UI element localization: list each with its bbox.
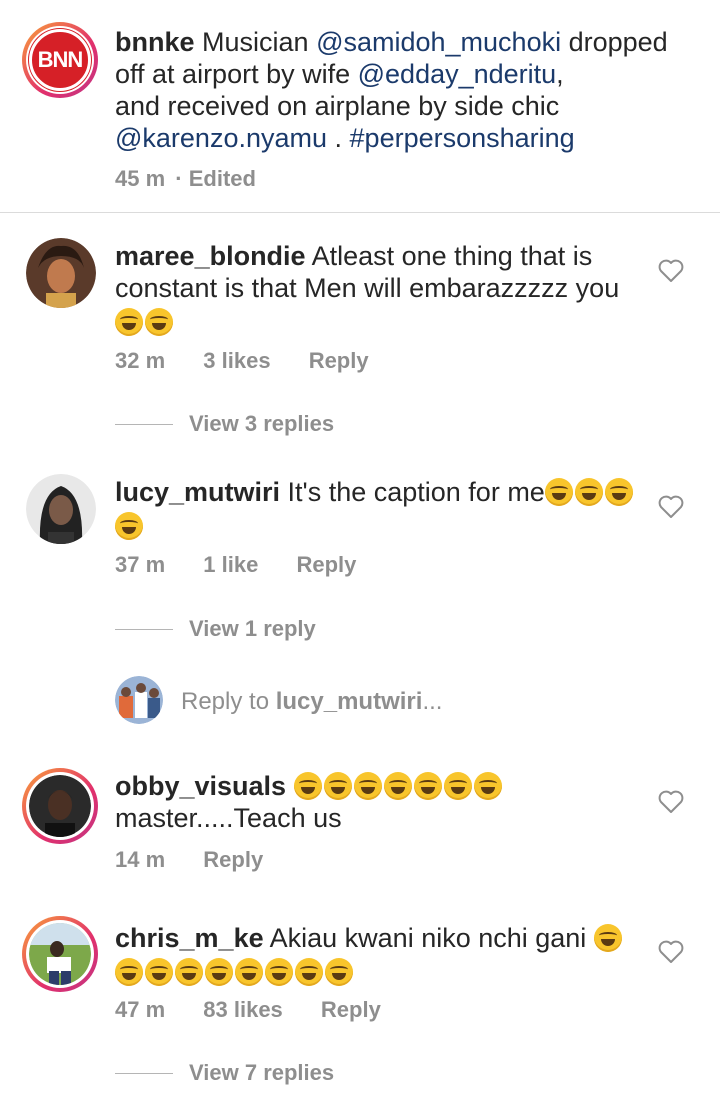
avatar-obby-visuals[interactable] xyxy=(22,768,98,844)
laughing-emoji-icon xyxy=(295,958,323,986)
laughing-emoji-icon xyxy=(593,924,622,952)
comment-time: 14 m xyxy=(115,847,166,872)
laughing-emoji-icon xyxy=(115,512,143,540)
comment-meta: 37 m 1 like Reply xyxy=(115,552,388,578)
laughing-emoji-icon xyxy=(604,478,633,506)
mention-edday[interactable]: @edday_nderitu xyxy=(358,59,557,89)
laughing-emoji-icon xyxy=(145,958,173,986)
laughing-emoji-icon xyxy=(413,772,442,800)
laughing-emoji-icon xyxy=(473,772,502,800)
laughing-emoji-icon xyxy=(383,772,412,800)
likes-count[interactable]: 3 likes xyxy=(203,348,270,373)
comment-time: 32 m xyxy=(115,348,166,373)
caption-text: bnnke Musician @samidoh_muchoki dropped … xyxy=(115,27,668,153)
laughing-emoji-icon xyxy=(235,958,263,986)
laughing-emoji-icon xyxy=(574,478,603,506)
comment-time: 47 m xyxy=(115,997,166,1022)
comment-meta: 14 m Reply xyxy=(115,847,295,873)
reply-to-input[interactable]: Reply to lucy_mutwiri... xyxy=(181,688,442,716)
laughing-emoji-icon xyxy=(205,958,233,986)
laughing-emoji-icon xyxy=(265,958,293,986)
view-replies-button[interactable]: View 3 replies xyxy=(115,411,334,437)
caption-edited: · Edited xyxy=(175,166,256,191)
heart-icon[interactable] xyxy=(658,495,684,519)
laughing-emoji-icon xyxy=(115,958,143,986)
avatar-lucy-mutwiri[interactable] xyxy=(26,474,96,544)
laughing-emoji-icon xyxy=(175,958,203,986)
divider xyxy=(0,212,720,213)
caption-avatar[interactable]: BNN xyxy=(22,22,98,98)
heart-icon[interactable] xyxy=(658,940,684,964)
bnn-logo: BNN xyxy=(29,29,91,91)
reply-button[interactable]: Reply xyxy=(203,847,263,872)
heart-icon[interactable] xyxy=(658,259,684,283)
likes-count[interactable]: 83 likes xyxy=(203,997,283,1022)
caption-meta: 45 m · Edited xyxy=(115,166,256,192)
mention-karenzo[interactable]: @karenzo.nyamu xyxy=(115,123,327,153)
mention-samidoh[interactable]: @samidoh_muchoki xyxy=(316,27,561,57)
comment-username[interactable]: lucy_mutwiri xyxy=(115,477,280,507)
comment-lucy-mutwiri: lucy_mutwiri It's the caption for me xyxy=(115,476,655,544)
heart-icon[interactable] xyxy=(658,790,684,814)
emoji-row xyxy=(115,508,655,544)
emoji-row xyxy=(115,304,655,340)
comment-obby-visuals: obby_visuals master.....Teach us xyxy=(115,770,655,834)
comment-time: 37 m xyxy=(115,552,166,577)
laughing-emoji-icon xyxy=(325,958,353,986)
avatar-maree-blondie[interactable] xyxy=(26,238,96,308)
laughing-emoji-icon xyxy=(443,772,472,800)
comment-username[interactable]: obby_visuals xyxy=(115,771,286,801)
laughing-emoji-icon xyxy=(544,478,573,506)
comment-maree-blondie: maree_blondie Atleast one thing that is … xyxy=(115,240,655,340)
likes-count[interactable]: 1 like xyxy=(203,552,258,577)
laughing-emoji-icon xyxy=(293,772,322,800)
laughing-emoji-icon xyxy=(145,308,173,336)
comment-username[interactable]: chris_m_ke xyxy=(115,923,264,953)
hashtag-perpersonsharing[interactable]: #perpersonsharing xyxy=(350,123,575,153)
laughing-emoji-icon xyxy=(353,772,382,800)
reply-button[interactable]: Reply xyxy=(321,997,381,1022)
reply-button[interactable]: Reply xyxy=(309,348,369,373)
current-user-avatar xyxy=(115,676,163,724)
comment-meta: 32 m 3 likes Reply xyxy=(115,348,401,374)
laughing-emoji-icon xyxy=(323,772,352,800)
comment-meta: 47 m 83 likes Reply xyxy=(115,997,413,1023)
reply-button[interactable]: Reply xyxy=(296,552,356,577)
comment-username[interactable]: maree_blondie xyxy=(115,241,306,271)
view-replies-button[interactable]: View 1 reply xyxy=(115,616,316,642)
avatar-chris-m-ke[interactable] xyxy=(22,916,98,992)
view-replies-button[interactable]: View 7 replies xyxy=(115,1060,334,1086)
laughing-emoji-icon xyxy=(115,308,143,336)
caption-username[interactable]: bnnke xyxy=(115,27,195,57)
caption-time: 45 m xyxy=(115,166,166,191)
comment-chris-m-ke: chris_m_ke Akiau kwani niko nchi gani xyxy=(115,922,655,990)
emoji-row xyxy=(115,954,655,990)
